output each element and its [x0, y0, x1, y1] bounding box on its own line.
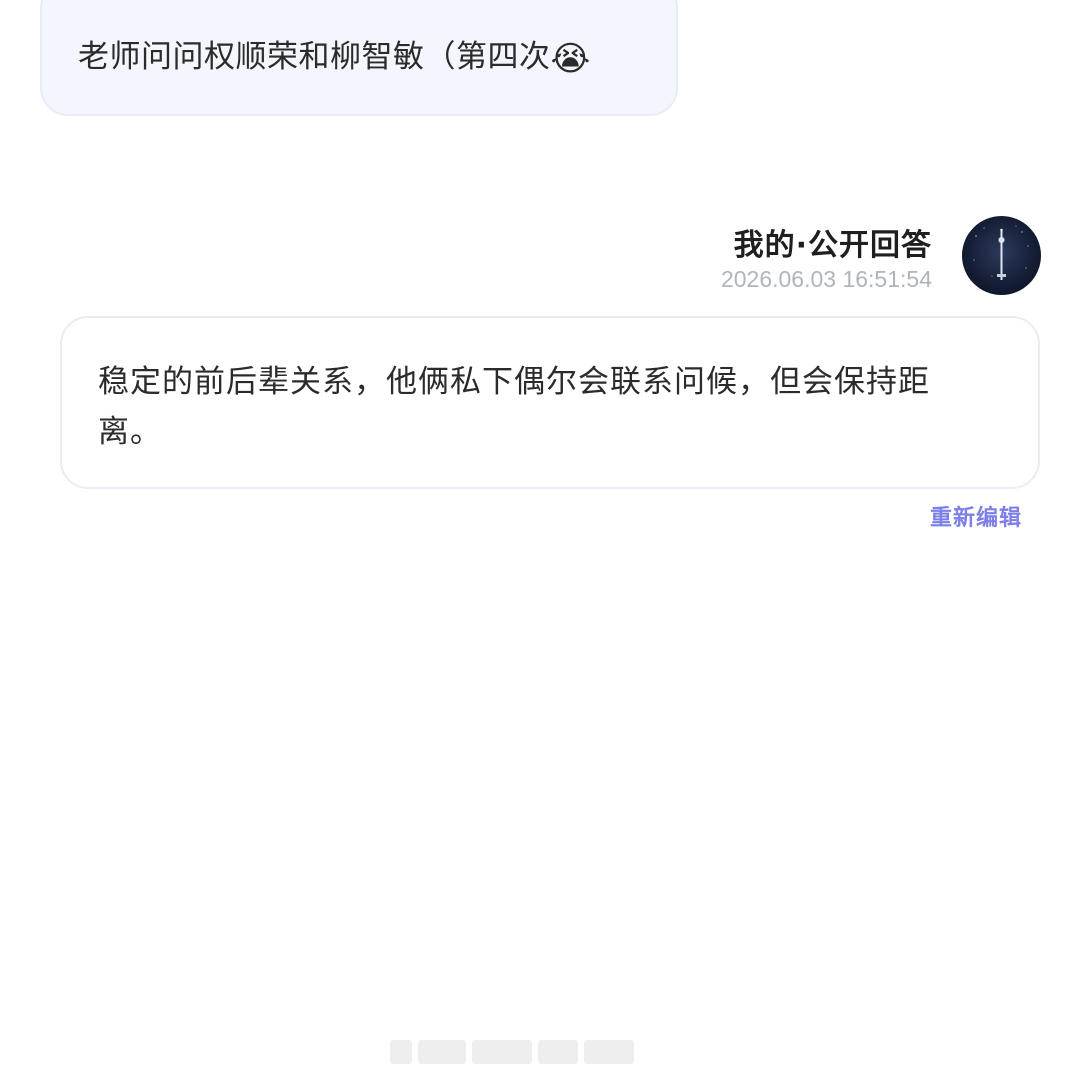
question-text: 老师问问权顺荣和柳智敏（第四次😭	[78, 36, 591, 80]
placeholder-block	[472, 1040, 532, 1064]
crying-face-icon: 😭	[550, 39, 591, 79]
placeholder-block	[390, 1040, 412, 1064]
avatar[interactable]	[962, 216, 1041, 295]
placeholder-block	[418, 1040, 466, 1064]
placeholder-block	[584, 1040, 634, 1064]
re-edit-button[interactable]: 重新编辑	[930, 500, 1022, 532]
bottom-placeholder	[390, 1040, 690, 1070]
answer-timestamp: 2026.06.03 16:51:54	[720, 266, 932, 292]
qa-page: 老师问问权顺荣和柳智敏（第四次😭 我的·公开回答 2026.06.03 16:5…	[0, 0, 1080, 1080]
moon-tower-icon	[973, 225, 1029, 280]
placeholder-block	[538, 1040, 578, 1064]
answer-text: 稳定的前后辈关系，他俩私下偶尔会联系问候，但会保持距离。	[98, 364, 930, 450]
question-label: 老师问问权顺荣和柳智敏（第四次	[78, 39, 551, 75]
answer-title: 我的·公开回答	[733, 228, 932, 263]
